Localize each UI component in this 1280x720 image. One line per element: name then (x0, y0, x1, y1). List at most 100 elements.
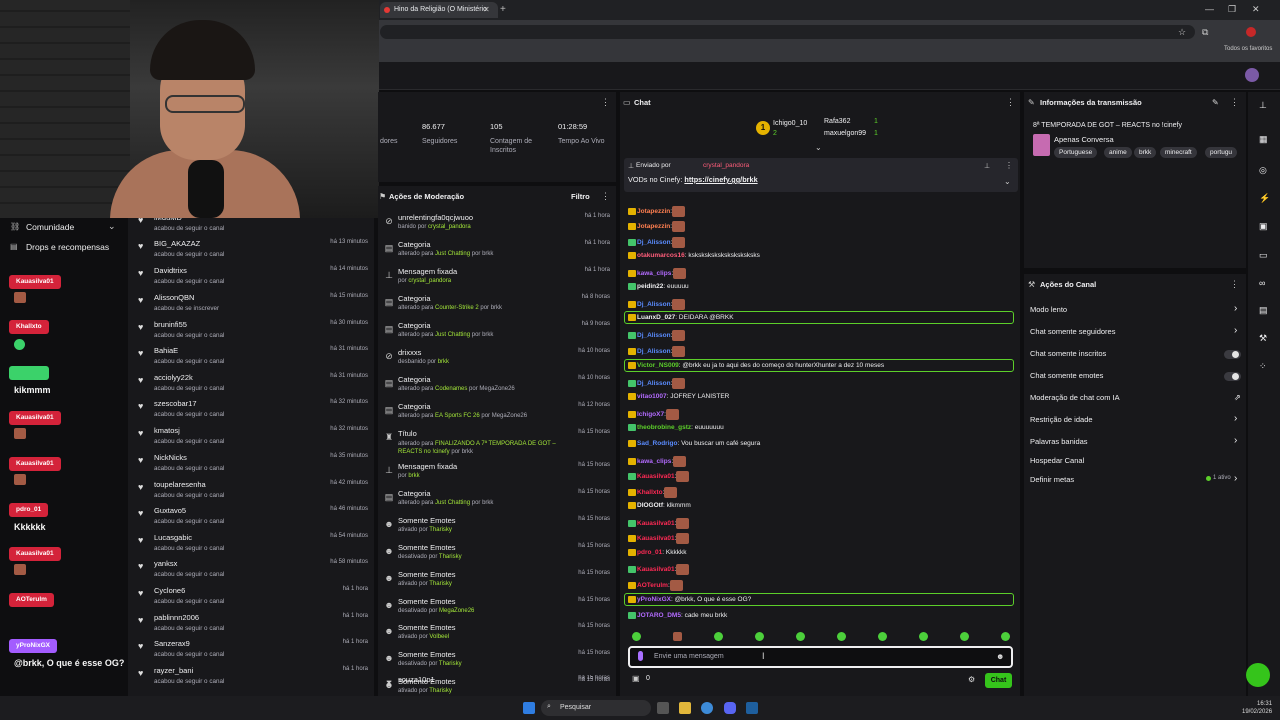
chrome-icon[interactable] (701, 702, 713, 714)
stream-category[interactable]: Apenas Conversa (1054, 135, 1114, 144)
chevron-right-icon[interactable]: › (1234, 325, 1237, 336)
actions-more-icon[interactable]: ⋮ (1230, 279, 1239, 290)
chat-message[interactable]: otakumarcos16: ksksksksksksksksksksks (628, 252, 760, 259)
chevron-right-icon[interactable]: › (1234, 435, 1237, 446)
stream-tag[interactable]: brkk (1134, 147, 1157, 158)
chat-username[interactable]: kawa_clips (637, 458, 671, 465)
mod-action-row[interactable]: ▤ Categoria alterado para Codenames por Me… (382, 375, 612, 402)
address-bar[interactable] (380, 25, 1195, 39)
follow-row[interactable]: ♥ pablinnn2006 acabou de seguir o canal há … (138, 612, 368, 638)
quick-emote-icon[interactable] (673, 632, 682, 641)
community-label[interactable]: Comunidade (26, 222, 74, 232)
chat-username[interactable]: Sad_Rodrigo (637, 440, 677, 447)
info-more-icon[interactable]: ⋮ (1230, 97, 1239, 108)
chat-username[interactable]: Kauasilva01 (637, 473, 675, 480)
rail-dashboard-icon[interactable]: ▦ (1259, 134, 1268, 145)
chat-message[interactable]: Kauasilva01: (628, 471, 690, 482)
leaderboard-name[interactable]: maxuelgon99 (824, 130, 866, 137)
chat-username[interactable]: AOTerulm (637, 582, 668, 589)
chat-message[interactable]: Khallxto: (628, 487, 678, 498)
channel-action-7[interactable]: Hospedar Canal (1030, 456, 1084, 465)
mod-action-row[interactable]: ▤ Categoria alterado para Just Chatting po… (382, 321, 612, 348)
follower-name[interactable]: toupelaresenha (154, 480, 206, 489)
pinned-more-icon[interactable]: ⋮ (1005, 161, 1013, 170)
follow-row[interactable]: ♥ NickNicks acabou de seguir o canal há 35 … (138, 452, 368, 478)
chat-username[interactable]: Jotapezzin (637, 208, 670, 215)
follower-name[interactable]: NickNicks (154, 453, 187, 462)
bits-icon[interactable] (638, 651, 643, 661)
follower-name[interactable]: szescobar17 (154, 399, 197, 408)
quick-emote-icon[interactable] (1001, 632, 1010, 641)
mod-detail-target[interactable]: Just Chatting (435, 251, 470, 257)
channel-points-icon[interactable]: ▣ (632, 674, 640, 683)
chat-message[interactable]: DIOGOtf: klkmmm (628, 502, 691, 509)
mod-action-row[interactable]: ⊘ drixxxs desbanido por brkk há 10 horas (382, 348, 612, 375)
chat-message[interactable]: Dj_Alisson: (628, 299, 686, 310)
mod-detail-target[interactable]: brkk (438, 359, 449, 365)
chat-username[interactable]: Dj_Alisson (637, 239, 671, 246)
gear-icon[interactable]: ⚙ (968, 675, 975, 684)
user-avatar[interactable] (1245, 68, 1259, 82)
minimize-icon[interactable]: — (1205, 4, 1214, 14)
unpin-icon[interactable]: ⊥ (984, 162, 990, 170)
chat-message[interactable]: JOTARO_DM5: cade meu brkk (628, 612, 727, 619)
task-view-icon[interactable] (657, 702, 669, 714)
leaderboard-name[interactable]: Rafa362 (824, 118, 850, 125)
taskbar-clock[interactable]: 16:31 19/02/2026 (1242, 700, 1272, 716)
mod-action-row[interactable]: ☻ Somente Emotes desativado por Tharisky há… (382, 650, 612, 677)
chat-username[interactable]: Dj_Alisson (637, 301, 671, 308)
rail-pin-icon[interactable]: ⊥ (1259, 100, 1267, 111)
mod-detail-target[interactable]: Tharisky (439, 554, 462, 560)
chat-message[interactable]: Dj_Alisson: (628, 346, 686, 357)
follow-row[interactable]: ♥ yanksx acabou de seguir o canal há 58 min… (138, 558, 368, 584)
mod-detail-target[interactable]: Codenames (435, 386, 467, 392)
taskbar-search[interactable] (541, 700, 651, 716)
chat-message[interactable]: Dj_Alisson: (628, 330, 686, 341)
extensions-icon[interactable]: ⧉ (1202, 27, 1208, 38)
quick-emote-icon[interactable] (919, 632, 928, 641)
channel-action-3[interactable]: Chat somente emotes (1030, 371, 1103, 380)
chat-message[interactable]: Victor_NS009: @brkk eu ja to aqui des do… (628, 362, 884, 369)
chat-username[interactable]: Dj_Alisson (637, 348, 671, 355)
mod-detail-target[interactable]: Tharisky (439, 661, 462, 667)
mod-detail-target[interactable]: MegaZone26 (439, 608, 474, 614)
tab-close-icon[interactable]: ✕ (483, 5, 490, 14)
chat-message[interactable]: Dj_Alisson: (628, 237, 686, 248)
chat-username[interactable]: yProNixGX (637, 596, 671, 603)
mod-action-row[interactable]: ▤ Categoria alterado para Counter-Strike 2… (382, 294, 612, 321)
chat-username[interactable]: DIOGOtf (637, 502, 663, 509)
follower-name[interactable]: Davidtrixs (154, 266, 187, 275)
mod-action-row[interactable]: ☻ Somente Emotes ativado por Tharisky há 15… (382, 570, 612, 597)
chevron-right-icon[interactable]: › (1234, 413, 1237, 424)
mod-detail-target[interactable]: Volbeel (429, 634, 449, 640)
drops-label[interactable]: Drops e recompensas (26, 242, 109, 252)
mod-detail-target[interactable]: crystal_pandora (408, 278, 451, 284)
bookmarks-label[interactable]: Todos os favoritos (1224, 46, 1272, 52)
mod-action-row[interactable]: ☻ Somente Emotes ativado por Tharisky há 15… (382, 516, 612, 543)
channel-action-1[interactable]: Chat somente seguidores (1030, 327, 1115, 336)
stats-more-icon[interactable]: ⋮ (601, 97, 610, 108)
channel-action-0[interactable]: Modo lento (1030, 305, 1067, 314)
follow-row[interactable]: ♥ Cyclone6 acabou de seguir o canal há 1 ho… (138, 585, 368, 611)
follower-name[interactable]: BIG_AKAZAZ (154, 239, 200, 248)
follow-row[interactable]: ♥ szescobar17 acabou de seguir o canal há 3… (138, 398, 368, 424)
stream-tag[interactable]: minecraft (1160, 147, 1197, 158)
mod-detail-target[interactable]: Counter-Strike 2 (435, 305, 479, 311)
chat-message[interactable]: vitao1007: JOFREY LANISTER (628, 393, 729, 400)
follow-row[interactable]: ♥ Sanzerax9 acabou de seguir o canal há 1 h… (138, 638, 368, 664)
follow-row[interactable]: ♥ AlissonQBN acabou de se inscrever há 15 m… (138, 292, 368, 318)
quick-emote-icon[interactable] (878, 632, 887, 641)
windows-start-icon[interactable] (523, 702, 535, 714)
chat-username[interactable]: Victor_NS009 (637, 362, 679, 369)
chat-message[interactable]: Kauasilva01: (628, 518, 690, 529)
chat-username[interactable]: theobrobine_gstz (637, 424, 691, 431)
discord-icon[interactable] (724, 702, 736, 714)
chat-bubble-button[interactable] (1246, 663, 1270, 687)
chat-username[interactable]: IchigoX7 (637, 411, 664, 418)
leaderboard-name[interactable]: Ichigo0_10 (773, 120, 807, 127)
rail-wrench-icon[interactable]: ⚒ (1259, 333, 1267, 344)
mod-detail-target[interactable]: brkk (408, 473, 419, 479)
follow-row[interactable]: ♥ toupelaresenha acabou de seguir o canal h… (138, 479, 368, 505)
follower-name[interactable]: acciolyy22k (154, 373, 193, 382)
follower-name[interactable]: rayzer_bani (154, 666, 193, 675)
